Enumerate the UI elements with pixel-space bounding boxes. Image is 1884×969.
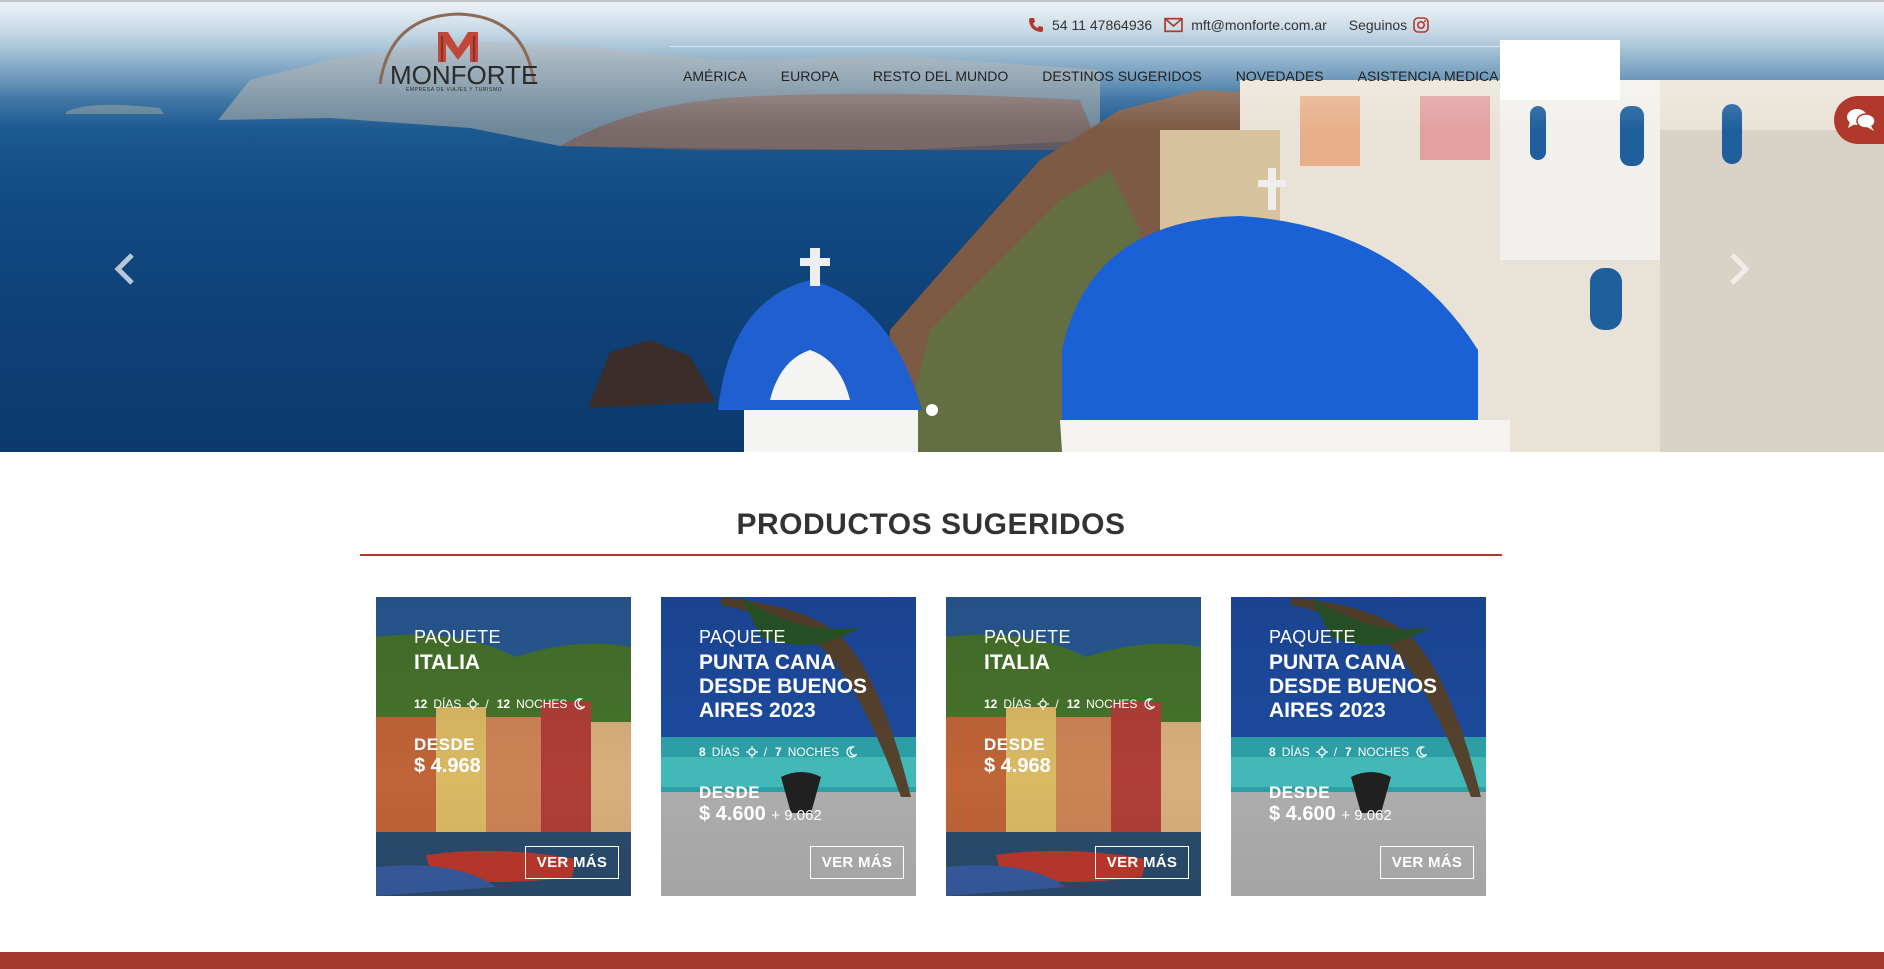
card-title: PUNTA CANA DESDE BUENOS AIRES 2023 <box>699 651 868 722</box>
chevron-left-icon[interactable] <box>112 252 138 286</box>
card-title: ITALIA <box>984 651 1051 674</box>
product-card[interactable]: PAQUETE ITALIA 12 DÍAS / 12 NOCHES DESDE… <box>946 597 1201 896</box>
logo[interactable]: MONFORTE EMPRESA DE VIAJES Y TURISMO <box>376 10 538 98</box>
card-days-count: 12 <box>414 697 428 711</box>
moon-icon <box>574 698 586 710</box>
email-link[interactable]: mft@monforte.com.ar <box>1191 17 1327 33</box>
card-days-count: 12 <box>984 697 998 711</box>
header-gradient <box>0 0 1884 130</box>
nav-item-resto-del-mundo[interactable]: RESTO DEL MUNDO <box>873 68 1008 84</box>
follow-label: Seguinos <box>1348 17 1408 33</box>
product-card[interactable]: PAQUETE PUNTA CANA DESDE BUENOS AIRES 20… <box>1231 597 1486 896</box>
card-price-extra: + 9.062 <box>771 807 822 824</box>
chat-icon <box>1847 109 1876 131</box>
card-price-extra: + 9.062 <box>1341 807 1392 824</box>
hero-slider: MONFORTE EMPRESA DE VIAJES Y TURISMO 54 … <box>0 0 1884 452</box>
card-price-value: $ 4.968 <box>984 755 1051 777</box>
card-kind: PAQUETE <box>699 627 786 647</box>
nav-item-asistencia-medica[interactable]: ASISTENCIA MEDICA <box>1358 68 1499 84</box>
card-nights-count: 7 <box>1345 745 1352 759</box>
card-nights-count: 12 <box>1066 697 1081 711</box>
sun-icon <box>467 698 480 710</box>
card-desde-label: DESDE <box>984 735 1046 754</box>
nav-divider <box>670 46 1500 47</box>
card-price-value: $ 4.600 <box>699 803 766 825</box>
card-days-label: DÍAS <box>1281 745 1310 759</box>
ver-mas-button[interactable]: VER MÁS <box>1095 846 1189 879</box>
card-days-count: 8 <box>1269 745 1276 759</box>
card-desde-label: DESDE <box>1269 783 1331 802</box>
nav-item-destinos-sugeridos[interactable]: DESTINOS SUGERIDOS <box>1042 68 1201 84</box>
chevron-right-icon[interactable] <box>1726 252 1752 286</box>
nav-item-america[interactable]: AMÉRICA <box>683 68 747 84</box>
card-duration: 12 DÍAS / 12 NOCHES <box>984 697 1161 711</box>
footer-bar <box>0 952 1884 969</box>
card-nights-count: 12 <box>496 697 511 711</box>
envelope-icon <box>1164 17 1183 33</box>
phone-number[interactable]: 54 11 47864936 <box>1052 17 1152 33</box>
nav-item-novedades[interactable]: NOVEDADES <box>1236 68 1324 84</box>
product-card[interactable]: PAQUETE ITALIA 12 DÍAS / 12 NOCHES DESDE… <box>376 597 631 896</box>
card-nights-label: NOCHES <box>1357 745 1410 759</box>
card-kind: PAQUETE <box>984 627 1071 647</box>
sun-icon <box>745 746 758 758</box>
card-duration: 8 DÍAS / 7 NOCHES <box>1269 745 1433 759</box>
card-days-label: DÍAS <box>1003 697 1032 711</box>
card-days-count: 8 <box>699 745 706 759</box>
instagram-icon[interactable] <box>1413 17 1429 33</box>
card-desde-label: DESDE <box>414 735 476 754</box>
card-price: $ 4.600 + 9.062 <box>1269 803 1392 826</box>
card-title: ITALIA <box>414 651 481 674</box>
card-nights-label: NOCHES <box>787 745 840 759</box>
phone-icon <box>1029 18 1043 32</box>
card-price: $ 4.968 <box>984 755 1051 778</box>
section-title: PRODUCTOS SUGERIDOS <box>736 508 1126 541</box>
contact-bar: 54 11 47864936 mft@monforte.com.ar Segui… <box>1028 14 1437 36</box>
card-duration: 12 DÍAS / 12 NOCHES <box>414 697 591 711</box>
section-rule <box>360 554 1502 556</box>
card-nights-label: NOCHES <box>516 697 568 711</box>
card-days-label: DÍAS <box>711 745 740 759</box>
product-card[interactable]: PAQUETE PUNTA CANA DESDE BUENOS AIRES 20… <box>661 597 916 896</box>
card-kind: PAQUETE <box>1269 627 1356 647</box>
moon-icon <box>1416 746 1428 758</box>
ver-mas-button[interactable]: VER MÁS <box>525 846 619 879</box>
nav-item-europa[interactable]: EUROPA <box>781 68 839 84</box>
card-kind: PAQUETE <box>414 627 501 647</box>
page: { "header": { "logo_word": "MONFORTE", "… <box>0 0 1884 969</box>
moon-icon <box>846 746 858 758</box>
card-nights-count: 7 <box>775 745 782 759</box>
ver-mas-button[interactable]: VER MÁS <box>1380 846 1474 879</box>
main-nav: AMÉRICA EUROPA RESTO DEL MUNDO DESTINOS … <box>683 68 1498 84</box>
moon-icon <box>1144 698 1156 710</box>
card-price-value: $ 4.968 <box>414 755 481 777</box>
card-price: $ 4.600 + 9.062 <box>699 803 822 826</box>
card-title: PUNTA CANA DESDE BUENOS AIRES 2023 <box>1269 651 1438 722</box>
card-price-value: $ 4.600 <box>1269 803 1336 825</box>
sun-icon <box>1037 698 1050 710</box>
ver-mas-button[interactable]: VER MÁS <box>810 846 904 879</box>
logo-tagline: EMPRESA DE VIAJES Y TURISMO <box>406 87 503 93</box>
slider-dot-active[interactable] <box>926 404 938 416</box>
card-nights-label: NOCHES <box>1086 697 1138 711</box>
card-desde-label: DESDE <box>699 783 761 802</box>
chat-button[interactable] <box>1834 96 1884 144</box>
card-price: $ 4.968 <box>414 755 481 778</box>
card-duration: 8 DÍAS / 7 NOCHES <box>699 745 863 759</box>
sun-icon <box>1315 746 1328 758</box>
card-days-label: DÍAS <box>433 697 462 711</box>
